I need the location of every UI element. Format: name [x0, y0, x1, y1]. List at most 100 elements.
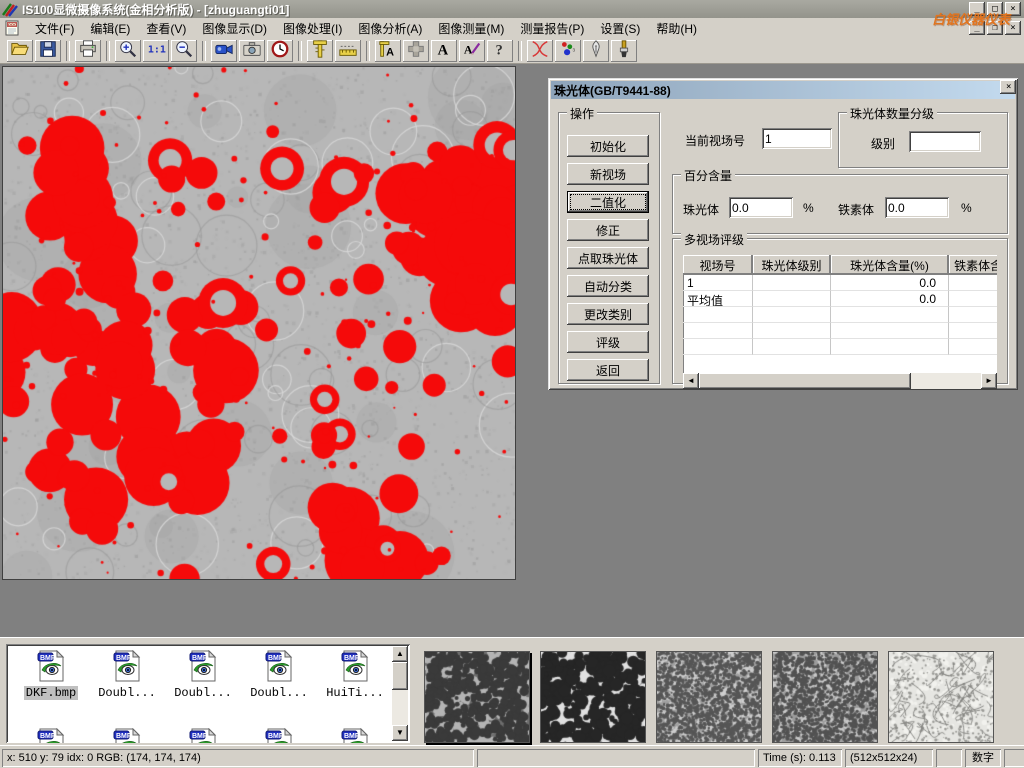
scrollbar-thumb[interactable] [699, 373, 911, 389]
micrograph-image[interactable] [2, 66, 516, 580]
table-header-cell[interactable]: 珠光体含量(%) [831, 255, 949, 275]
menu-item-help[interactable]: 帮助(H) [648, 18, 705, 39]
menu-item-image-measure[interactable]: 图像测量(M) [430, 18, 512, 39]
grade-input[interactable] [909, 131, 981, 152]
file-item[interactable]: BMPDoubl... [90, 650, 164, 700]
file-item[interactable]: BMPDoubl... [242, 650, 316, 700]
menu-item-view[interactable]: 查看(V) [138, 18, 194, 39]
table-header-cell[interactable]: 铁素体含量(%) [949, 255, 997, 275]
toolbar-button-zoom-in[interactable] [115, 40, 141, 62]
scroll-left-button[interactable]: ◄ [683, 373, 699, 389]
file-item-partial[interactable]: BMP [90, 728, 164, 743]
sample-thumbnail[interactable] [656, 651, 762, 743]
scrollbar-thumb[interactable] [392, 662, 408, 690]
toolbar-button-spline[interactable] [527, 40, 553, 62]
table-cell-extra [949, 291, 997, 307]
document-icon[interactable]: DOC [4, 20, 21, 36]
table-row[interactable]: 10.0 [683, 275, 997, 291]
mdi-minimize-button[interactable]: _ [969, 21, 985, 35]
clock-icon [270, 39, 290, 62]
file-list-scrollbar[interactable]: ▲ ▼ [392, 646, 408, 741]
menu-item-image-display[interactable]: 图像显示(D) [194, 18, 275, 39]
change-class-button[interactable]: 更改类别 [567, 303, 649, 325]
menu-item-file[interactable]: 文件(F) [27, 18, 82, 39]
toolbar-button-camera[interactable] [239, 40, 265, 62]
toolbar-button-pen[interactable] [583, 40, 609, 62]
mdi-restore-button[interactable]: ❐ [987, 21, 1003, 35]
file-item-partial[interactable]: BMP [14, 728, 88, 743]
brush-icon [614, 39, 634, 62]
maximize-button[interactable]: □ [987, 2, 1003, 16]
camera-icon [242, 39, 262, 62]
file-item[interactable]: BMPDoubl... [166, 650, 240, 700]
toolbar-button-particles[interactable]: 3 [555, 40, 581, 62]
file-item-partial[interactable]: BMP [318, 728, 392, 743]
table-cell-extra [949, 323, 997, 339]
current-field-input[interactable] [762, 128, 832, 149]
scroll-down-button[interactable]: ▼ [392, 725, 408, 741]
svg-text:BMP: BMP [192, 655, 208, 662]
percent-content-group: 百分含量 珠光体 % 铁素体 % [672, 174, 1008, 234]
table-header-cell[interactable]: 珠光体级别 [753, 255, 831, 275]
scroll-up-button[interactable]: ▲ [392, 646, 408, 662]
quantity-grading-label: 珠光体数量分级 [847, 105, 937, 122]
toolbar-button-caliper[interactable] [307, 40, 333, 62]
new-field-button[interactable]: 新视场 [567, 163, 649, 185]
toolbar-button-zoom-out[interactable] [171, 40, 197, 62]
dialog-title-bar[interactable]: 珠光体(GB/T9441-88) [551, 81, 1015, 99]
initialize-button[interactable]: 初始化 [567, 135, 649, 157]
sample-thumbnail[interactable] [772, 651, 878, 743]
menu-item-image-analysis[interactable]: 图像分析(A) [350, 18, 430, 39]
toolbar-button-video-camera[interactable] [211, 40, 237, 62]
file-item[interactable]: BMPDKF.bmp [14, 650, 88, 700]
sample-thumbnail[interactable] [424, 651, 530, 743]
toolbar-button-actual-size[interactable]: 1:1 [143, 40, 169, 62]
scroll-right-button[interactable]: ► [981, 373, 997, 389]
pick-pearlite-button[interactable]: 点取珠光体 [567, 247, 649, 269]
table-row[interactable]: 平均值0.0 [683, 291, 997, 307]
table-row[interactable] [683, 307, 997, 323]
menu-item-settings[interactable]: 设置(S) [592, 18, 648, 39]
toolbar-button-print[interactable] [75, 40, 101, 62]
file-item[interactable]: BMPHuiTi... [318, 650, 392, 700]
file-item-partial[interactable]: BMP [166, 728, 240, 743]
table-horizontal-scrollbar[interactable]: ◄ ► [683, 373, 997, 389]
minimize-button[interactable]: _ [969, 2, 985, 16]
rate-button[interactable]: 评级 [567, 331, 649, 353]
menu-item-image-process[interactable]: 图像处理(I) [275, 18, 350, 39]
window-title: IS100显微摄像系统(金相分析版) - [zhuguangti01] [22, 1, 289, 18]
sample-thumbnail[interactable] [540, 651, 646, 743]
pearlite-percent-input[interactable] [729, 197, 793, 218]
toolbar-button-help[interactable]: ? [487, 40, 513, 62]
file-list[interactable]: ▲ ▼ BMPDKF.bmpBMPBMPDoubl...BMPBMPDoubl.… [6, 644, 410, 743]
toolbar-button-clock[interactable] [267, 40, 293, 62]
toolbar-button-pattern[interactable] [403, 40, 429, 62]
table-row[interactable] [683, 323, 997, 339]
sample-thumbnail[interactable] [888, 651, 994, 743]
close-button[interactable]: × [1005, 2, 1021, 16]
toolbar-button-annotate[interactable]: A [459, 40, 485, 62]
return-button[interactable]: 返回 [567, 359, 649, 381]
binarize-button[interactable]: 二值化 [567, 191, 649, 213]
correct-button[interactable]: 修正 [567, 219, 649, 241]
auto-classify-button[interactable]: 自动分类 [567, 275, 649, 297]
table-row[interactable] [683, 339, 997, 355]
bmp-file-icon: BMP [187, 650, 219, 682]
toolbar-button-brush[interactable] [611, 40, 637, 62]
bmp-file-icon: BMP [263, 728, 295, 743]
menu-item-edit[interactable]: 编辑(E) [82, 18, 138, 39]
mdi-close-button[interactable]: × [1005, 21, 1021, 35]
table-header-cell[interactable]: 视场号 [683, 255, 753, 275]
rating-table[interactable]: 视场号珠光体级别珠光体含量(%)铁素体含量(%)10.0平均值0.0 [683, 255, 997, 373]
toolbar-button-measure-text[interactable]: A [375, 40, 401, 62]
dialog-close-button[interactable]: × [1000, 80, 1016, 94]
toolbar-button-open[interactable] [7, 40, 33, 62]
toolbar-button-save[interactable] [35, 40, 61, 62]
svg-text:3: 3 [573, 48, 576, 53]
toolbar-button-text[interactable]: A [431, 40, 457, 62]
bmp-file-icon: BMP [339, 728, 371, 743]
menu-item-measure-report[interactable]: 测量报告(P) [512, 18, 592, 39]
file-item-partial[interactable]: BMP [242, 728, 316, 743]
ferrite-percent-input[interactable] [885, 197, 949, 218]
toolbar-button-ruler[interactable] [335, 40, 361, 62]
